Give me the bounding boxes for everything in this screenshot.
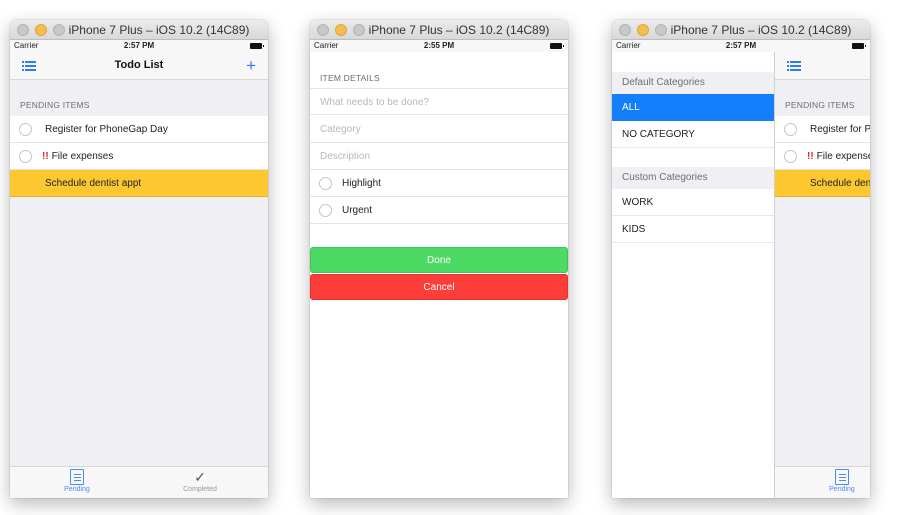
description-input[interactable]: Description <box>310 143 568 170</box>
status-bar: Carrier 2:55 PM <box>310 40 568 52</box>
section-header-item-details: ITEM DETAILS <box>320 73 380 83</box>
category-all-selected[interactable]: ALL <box>612 94 774 121</box>
battery-icon <box>250 43 264 49</box>
todo-item-row[interactable]: !!File expenses <box>10 143 268 170</box>
todo-text-placeholder: What needs to be done? <box>320 97 429 108</box>
navigation-bar <box>775 52 870 80</box>
zoom-window-button[interactable] <box>53 24 65 36</box>
zoom-window-button[interactable] <box>353 24 365 36</box>
description-placeholder: Description <box>320 151 371 162</box>
urgent-label: Urgent <box>342 205 373 216</box>
tab-bar: Pending <box>775 466 870 498</box>
menu-list-icon[interactable] <box>787 61 801 71</box>
category-work[interactable]: WORK <box>612 189 774 216</box>
status-bar: Carrier 2:57 PM <box>10 40 268 52</box>
complete-circle-icon[interactable] <box>19 123 32 136</box>
category-placeholder: Category <box>320 124 361 135</box>
minimize-window-button[interactable] <box>35 24 47 36</box>
category-kids[interactable]: KIDS <box>612 216 774 243</box>
window-titlebar: iPhone 7 Plus – iOS 10.2 (14C89) <box>10 20 268 40</box>
status-bar: Carrier 2:57 PM <box>612 40 870 52</box>
window-titlebar: iPhone 7 Plus – iOS 10.2 (14C89) <box>310 20 568 40</box>
category-input[interactable]: Category <box>310 116 568 143</box>
todo-item-row-highlighted[interactable]: Schedule dentist appt <box>10 170 268 197</box>
tab-completed-label: Completed <box>183 486 217 493</box>
status-time: 2:55 PM <box>423 41 455 50</box>
list-document-icon <box>835 469 849 485</box>
highlight-toggle-row[interactable]: Highlight <box>310 170 568 197</box>
navigation-bar: Todo List + <box>10 52 268 80</box>
todo-item-row[interactable]: !!File expenses <box>775 143 870 170</box>
highlight-label: Highlight <box>342 178 381 189</box>
tab-pending[interactable]: Pending <box>37 469 117 493</box>
add-item-plus-icon[interactable]: + <box>246 57 256 74</box>
zoom-window-button[interactable] <box>655 24 667 36</box>
battery-icon <box>550 43 564 49</box>
minimize-window-button[interactable] <box>335 24 347 36</box>
urgent-toggle-row[interactable]: Urgent <box>310 197 568 224</box>
todo-item-label: !!File expenses <box>42 151 114 162</box>
todo-item-label: Register for PhoneGap Day <box>45 124 168 135</box>
default-categories-header: Default Categories <box>612 72 774 94</box>
tab-pending[interactable]: Pending <box>802 469 870 493</box>
todo-item-label: Register for PhoneGap Day <box>810 124 870 135</box>
todo-text-input[interactable]: What needs to be done? <box>310 88 568 115</box>
section-header-pending: PENDING ITEMS <box>785 100 855 110</box>
window-controls <box>317 24 365 36</box>
todo-list-behind-drawer[interactable]: PENDING ITEMS Register for PhoneGap Day … <box>774 52 870 498</box>
tab-completed[interactable]: ✓ Completed <box>160 469 240 493</box>
checkmark-icon: ✓ <box>194 469 206 485</box>
tab-pending-label: Pending <box>64 486 90 493</box>
complete-circle-icon[interactable] <box>784 123 797 136</box>
window-controls <box>619 24 667 36</box>
close-window-button[interactable] <box>317 24 329 36</box>
close-window-button[interactable] <box>619 24 631 36</box>
todo-item-label: !!File expenses <box>807 151 870 162</box>
urgent-radio-icon[interactable] <box>319 204 332 217</box>
simulator-window-item-details: iPhone 7 Plus – iOS 10.2 (14C89) Carrier… <box>310 20 568 498</box>
tab-bar: Pending ✓ Completed <box>10 466 268 498</box>
status-time: 2:57 PM <box>123 41 155 50</box>
close-window-button[interactable] <box>17 24 29 36</box>
battery-icon <box>852 43 866 49</box>
todo-item-row-highlighted[interactable]: Schedule dentist appt <box>775 170 870 197</box>
simulator-window-categories: iPhone 7 Plus – iOS 10.2 (14C89) Carrier… <box>612 20 870 498</box>
urgent-marker: !! <box>42 151 49 162</box>
todo-item-label: Schedule dentist appt <box>45 178 142 189</box>
tab-pending-label: Pending <box>829 486 855 493</box>
simulator-window-todo-list: iPhone 7 Plus – iOS 10.2 (14C89) Carrier… <box>10 20 268 498</box>
done-button[interactable]: Done <box>310 247 568 273</box>
section-header-pending: PENDING ITEMS <box>20 100 90 110</box>
page-title: Todo List <box>114 59 164 71</box>
minimize-window-button[interactable] <box>637 24 649 36</box>
list-document-icon <box>70 469 84 485</box>
category-no-category[interactable]: NO CATEGORY <box>612 121 774 148</box>
window-controls <box>17 24 65 36</box>
todo-item-row[interactable]: Register for PhoneGap Day <box>10 116 268 143</box>
categories-drawer: Default Categories ALL NO CATEGORY Custo… <box>612 52 774 498</box>
complete-circle-icon[interactable] <box>19 150 32 163</box>
custom-categories-header: Custom Categories <box>612 167 774 189</box>
window-titlebar: iPhone 7 Plus – iOS 10.2 (14C89) <box>612 20 870 40</box>
highlight-radio-icon[interactable] <box>319 177 332 190</box>
complete-circle-icon[interactable] <box>784 150 797 163</box>
todo-item-label: Schedule dentist appt <box>810 178 870 189</box>
status-time: 2:57 PM <box>725 41 757 50</box>
todo-item-row[interactable]: Register for PhoneGap Day <box>775 116 870 143</box>
cancel-button[interactable]: Cancel <box>310 274 568 300</box>
